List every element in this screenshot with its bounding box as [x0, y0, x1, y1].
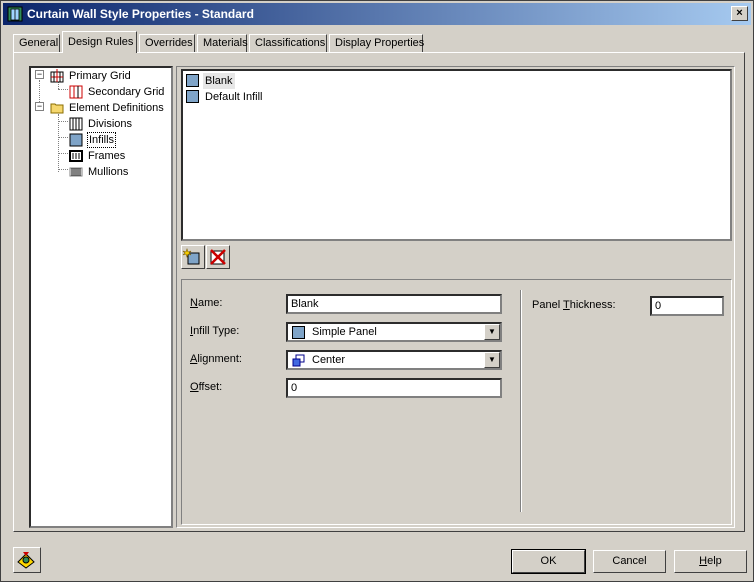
infill-icon	[186, 74, 199, 87]
cancel-button[interactable]: Cancel	[593, 550, 666, 573]
dialog-window: Curtain Wall Style Properties - Standard…	[0, 0, 754, 582]
close-icon: ×	[736, 7, 743, 19]
properties-panel: Name: Blank Infill Type: Simple Panel ▼ …	[181, 279, 732, 525]
collapse-primary-grid-icon[interactable]: −	[35, 70, 44, 79]
delete-icon	[210, 249, 226, 265]
divisions-icon	[69, 117, 83, 131]
folder-icon	[50, 103, 64, 114]
offset-label: Offset:	[190, 381, 223, 393]
window-title: Curtain Wall Style Properties - Standard	[27, 7, 254, 21]
name-label: Name:	[190, 297, 223, 309]
app-icon	[7, 6, 23, 22]
tab-general[interactable]: General	[13, 34, 60, 53]
panel-thickness-field[interactable]: 0	[650, 296, 724, 316]
alignment-label: Alignment:	[190, 353, 242, 365]
tab-panel: − − Primary Grid Secondary Grid Element …	[13, 52, 745, 532]
tab-classifications[interactable]: Classifications	[249, 34, 327, 53]
infill-type-select[interactable]: Simple Panel ▼	[286, 322, 502, 342]
delete-button[interactable]	[206, 245, 230, 269]
center-alignment-icon	[292, 354, 305, 367]
infill-list[interactable]: Blank Default Infill	[181, 69, 732, 241]
infill-type-label: Infill Type:	[190, 325, 240, 337]
title-bar[interactable]: Curtain Wall Style Properties - Standard…	[3, 3, 751, 25]
element-tree[interactable]: − − Primary Grid Secondary Grid Element …	[29, 66, 173, 528]
style-manager-icon	[17, 552, 35, 569]
infill-icon	[186, 90, 199, 103]
infill-icon	[69, 133, 83, 147]
new-infill-button[interactable]	[181, 245, 205, 269]
style-manager-button[interactable]	[13, 547, 41, 573]
collapse-element-definitions-icon[interactable]: −	[35, 102, 44, 111]
ok-button[interactable]: OK	[511, 549, 586, 574]
panel-thickness-label: Panel Thickness:	[532, 299, 616, 311]
new-infill-icon	[182, 248, 200, 265]
definitions-frame: Blank Default Infill Name: Blank Infill …	[176, 66, 735, 528]
tab-materials[interactable]: Materials	[197, 34, 248, 53]
help-button[interactable]: Help	[674, 550, 747, 573]
grid-icon	[50, 69, 64, 83]
properties-divider	[520, 290, 522, 512]
tab-display-properties[interactable]: Display Properties	[329, 34, 424, 53]
infill-icon	[292, 326, 305, 339]
tab-design-rules[interactable]: Design Rules	[62, 31, 137, 53]
frames-icon	[69, 150, 83, 162]
close-button[interactable]: ×	[731, 6, 748, 21]
mullions-icon	[69, 167, 83, 177]
chevron-down-icon[interactable]: ▼	[484, 352, 500, 368]
offset-field[interactable]: 0	[286, 378, 502, 398]
alignment-select[interactable]: Center ▼	[286, 350, 502, 370]
tab-overrides[interactable]: Overrides	[139, 34, 195, 53]
chevron-down-icon[interactable]: ▼	[484, 324, 500, 340]
name-field[interactable]: Blank	[286, 294, 502, 314]
secondary-grid-icon	[69, 85, 83, 99]
